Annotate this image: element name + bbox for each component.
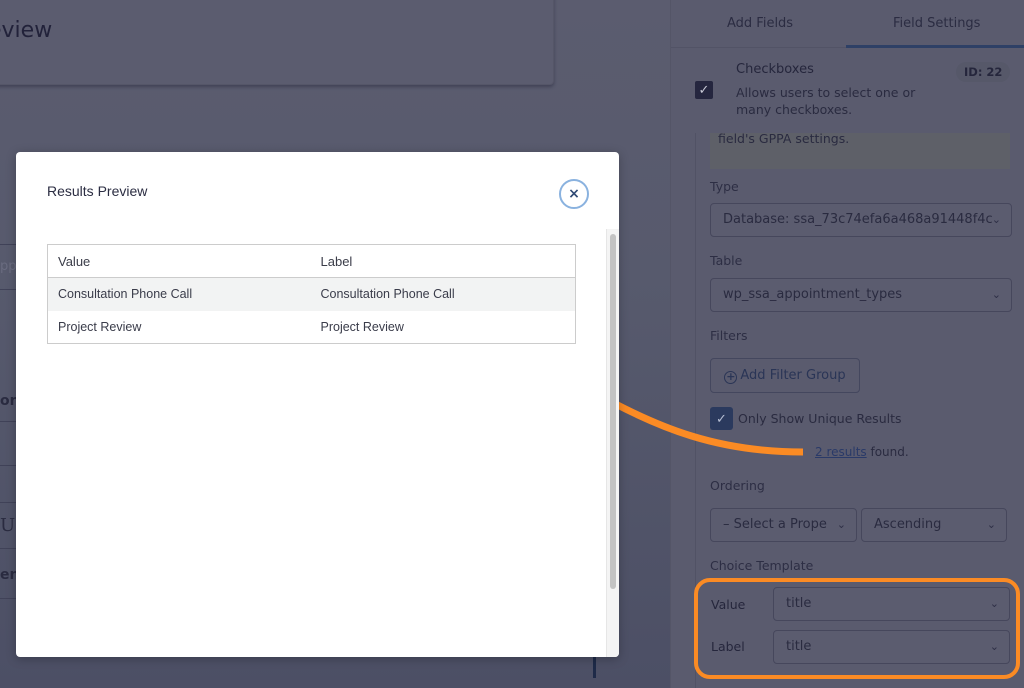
field-type-checkbox-icon: ✓ [695, 81, 713, 99]
tab-add-fields[interactable]: Add Fields [727, 16, 793, 31]
table-row: Consultation Phone Call Consultation Pho… [47, 277, 576, 311]
table-label: Table [710, 253, 743, 268]
add-filter-group-label: Add Filter Group [740, 368, 846, 383]
divider [0, 548, 16, 549]
background-text: U [0, 515, 16, 536]
ordering-direction-select[interactable]: Ascending ⌄ [861, 508, 1007, 542]
column-header-value: Value [47, 244, 311, 278]
divider [0, 289, 16, 290]
results-found-text: 2 results found. [815, 445, 909, 459]
modal-title: Results Preview [47, 183, 148, 199]
tab-field-settings[interactable]: Field Settings [893, 16, 980, 31]
field-type-description: Allows users to select one or many check… [736, 85, 916, 117]
divider [0, 598, 16, 599]
ordering-direction-value: Ascending [874, 517, 942, 532]
results-preview-modal: Results Preview × Value Label Consultati… [16, 152, 619, 657]
ordering-property-select[interactable]: – Select a Prope ⌄ [710, 508, 857, 542]
table-select-value: wp_ssa_appointment_types [723, 287, 903, 302]
background-edge [593, 657, 596, 678]
notice-text: field's GPPA settings. [718, 131, 850, 146]
cell-label: Consultation Phone Call [310, 277, 576, 311]
results-preview-link[interactable]: 2 results [815, 445, 867, 459]
plus-circle-icon: + [724, 370, 738, 384]
add-filter-group-button[interactable]: + Add Filter Group [710, 358, 860, 393]
filters-label: Filters [710, 328, 748, 343]
close-icon[interactable]: × [559, 179, 589, 209]
results-table: Value Label Consultation Phone Call Cons… [47, 244, 576, 344]
choice-template-label: Choice Template [710, 558, 814, 573]
sidebar-tabs: Add Fields Field Settings [671, 0, 1024, 48]
type-select[interactable]: Database: ssa_73c74efa6a468a91448f4c ⌄ [710, 203, 1012, 237]
table-select[interactable]: wp_ssa_appointment_types ⌄ [710, 278, 1012, 312]
divider [0, 502, 16, 503]
divider [0, 244, 16, 245]
page-title: eview [0, 18, 53, 43]
chevron-down-icon: ⌄ [986, 518, 996, 531]
chevron-down-icon: ⌄ [836, 518, 846, 531]
ordering-label: Ordering [710, 478, 765, 493]
cell-value: Project Review [58, 319, 142, 334]
modal-scrollbar-thumb[interactable] [610, 234, 616, 589]
type-select-value: Database: ssa_73c74efa6a468a91448f4c [723, 212, 993, 227]
chevron-down-icon: ⌄ [991, 288, 1001, 301]
column-header-label: Label [310, 244, 576, 278]
page-header-card [0, 0, 554, 85]
field-type-title: Checkboxes [736, 62, 814, 77]
table-row: Project Review Project Review [48, 311, 576, 344]
unique-results-checkbox[interactable]: ✓ [710, 407, 733, 430]
cell-label: Project Review [320, 319, 404, 334]
chevron-down-icon: ⌄ [991, 213, 1001, 226]
divider [0, 465, 16, 466]
ordering-property-value: – Select a Prope [723, 517, 827, 532]
background-text: pp [0, 259, 17, 274]
modal-scrollbar[interactable] [606, 229, 619, 657]
unique-results-label: Only Show Unique Results [738, 411, 902, 426]
type-label: Type [710, 179, 739, 194]
field-id-badge: ID: 22 [956, 62, 1011, 82]
divider [0, 421, 16, 422]
results-found-suffix: found. [866, 445, 909, 459]
table-header-row: Value Label [47, 244, 576, 278]
cell-value: Consultation Phone Call [47, 277, 311, 311]
choice-template-highlight [694, 578, 1020, 679]
active-tab-indicator [846, 45, 1024, 48]
